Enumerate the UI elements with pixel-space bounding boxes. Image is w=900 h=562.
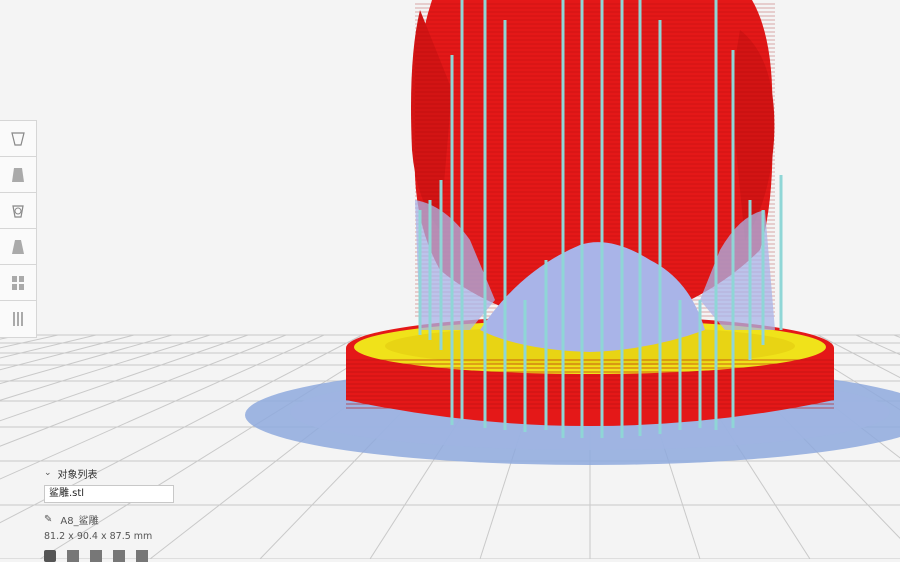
object-list-header[interactable]: ⌄ 对象列表: [40, 464, 200, 482]
mirror-tool-button[interactable]: [0, 229, 36, 265]
view-buttons: [44, 550, 148, 562]
scale-tool-button[interactable]: [0, 157, 36, 193]
object-name-row[interactable]: ✎ A8_鲨雕: [44, 512, 200, 527]
per-model-settings-icon: [12, 275, 24, 290]
view-top-icon[interactable]: [90, 550, 102, 562]
support-blocker-button[interactable]: [0, 301, 36, 337]
move-tool-button[interactable]: [0, 121, 36, 157]
scale-tool-icon: [12, 167, 24, 182]
per-model-settings-button[interactable]: [0, 265, 36, 301]
object-file-item[interactable]: 鲨雕.stl: [44, 485, 174, 503]
chevron-down-icon: ⌄: [44, 468, 52, 478]
rotate-tool-button[interactable]: [0, 193, 36, 229]
object-list-label: 对象列表: [57, 469, 98, 481]
rotate-tool-icon: [12, 204, 24, 218]
support-blocker-icon: [13, 312, 23, 326]
pencil-icon: ✎: [44, 514, 53, 525]
object-list-panel: ⌄ 对象列表 鲨雕.stl ✎ A8_鲨雕 81.2 x 90.4 x 87.5…: [40, 464, 200, 542]
object-dimensions: 81.2 x 90.4 x 87.5 mm: [44, 531, 153, 542]
view-left-icon[interactable]: [113, 550, 125, 562]
view-right-icon[interactable]: [136, 550, 148, 562]
tool-sidebar: [0, 120, 37, 338]
view-front-icon[interactable]: [67, 550, 79, 562]
mirror-tool-icon: [12, 239, 24, 254]
move-tool-icon: [11, 131, 25, 146]
object-name: A8_鲨雕: [60, 516, 99, 527]
view-3d-icon[interactable]: [44, 550, 56, 562]
